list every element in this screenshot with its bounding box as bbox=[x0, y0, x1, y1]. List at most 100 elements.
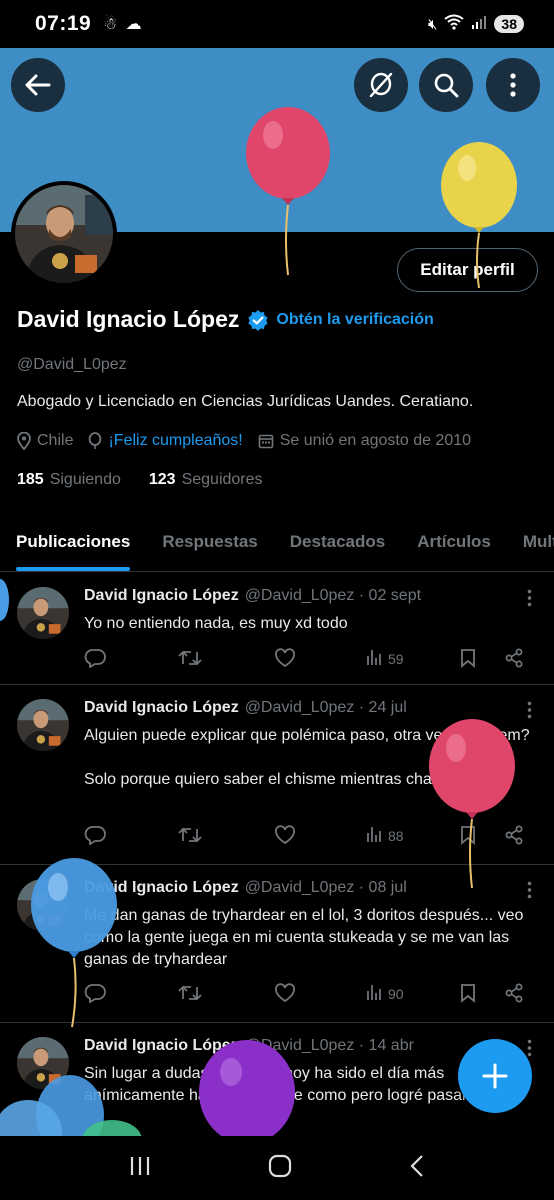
search-button[interactable] bbox=[419, 58, 473, 112]
share-icon[interactable] bbox=[504, 648, 524, 668]
post-actions: 90 bbox=[84, 983, 534, 1007]
profile-meta: Chile ¡Feliz cumpleaños! Se unió en agos… bbox=[17, 432, 486, 450]
yellow-balloon-decoration bbox=[441, 142, 517, 289]
chevron-left-icon bbox=[410, 1154, 424, 1177]
reply-icon[interactable] bbox=[84, 648, 106, 668]
post-handle-date: @David_L0pez · 02 sept bbox=[244, 587, 422, 604]
post-item[interactable]: David Ignacio López @David_L0pez · 02 sep… bbox=[0, 573, 554, 685]
wifi-icon bbox=[444, 14, 465, 34]
post-text: Me dan ganas de tryhardear en el lol, 3 … bbox=[84, 907, 528, 968]
views-count: 88 bbox=[388, 827, 404, 844]
status-bar: 07:19 ☃ ☁ 🔇︎ 38 bbox=[0, 0, 554, 48]
repost-icon[interactable] bbox=[178, 983, 202, 1003]
location-text: Chile bbox=[37, 432, 74, 449]
system-navigation-bar bbox=[0, 1136, 554, 1200]
tab-replies[interactable]: Respuestas bbox=[146, 522, 273, 571]
following-label: Siguiendo bbox=[49, 471, 121, 488]
joined-text: Se unió en agosto de 2010 bbox=[279, 432, 472, 449]
followers-count: 123 bbox=[148, 471, 176, 488]
blue-balloon-decoration bbox=[0, 1075, 142, 1136]
home-icon bbox=[268, 1154, 292, 1177]
following-link[interactable]: 185 Siguiendo bbox=[17, 471, 121, 489]
notification-icon: ☃ bbox=[103, 16, 118, 33]
followers-label: Seguidores bbox=[181, 471, 263, 488]
share-icon[interactable] bbox=[504, 983, 524, 1003]
post-more-icon[interactable] bbox=[527, 701, 532, 724]
joined-item: Se unió en agosto de 2010 bbox=[258, 432, 471, 450]
post-actions: 59 bbox=[84, 648, 534, 672]
views-icon bbox=[366, 983, 384, 1004]
post-header: David Ignacio López @David_L0pez · 02 sep… bbox=[84, 587, 421, 605]
post-avatar[interactable] bbox=[17, 699, 69, 751]
like-icon[interactable] bbox=[274, 983, 296, 1003]
weather-icon: ☁ bbox=[125, 16, 142, 33]
following-count: 185 bbox=[17, 471, 44, 488]
views-icon bbox=[366, 648, 384, 669]
views-count: 90 bbox=[388, 985, 404, 1002]
tab-posts[interactable]: Publicaciones bbox=[0, 522, 146, 571]
avatar bbox=[15, 185, 113, 283]
profile-bio: Abogado y Licenciado en Ciencias Jurídic… bbox=[17, 393, 474, 410]
signal-icon bbox=[471, 15, 487, 33]
like-icon[interactable] bbox=[274, 648, 296, 668]
blue-balloon-decoration bbox=[0, 579, 9, 621]
home-button[interactable] bbox=[268, 1154, 292, 1183]
birthday-text[interactable]: ¡Feliz cumpleaños! bbox=[108, 432, 242, 450]
post-text: Yo no entiendo nada, es muy xd todo bbox=[84, 615, 348, 632]
tab-highlights[interactable]: Destacados bbox=[274, 522, 401, 571]
search-icon bbox=[434, 73, 459, 98]
like-icon[interactable] bbox=[274, 825, 296, 845]
profile-name-row: David Ignacio López Obtén la verificació… bbox=[17, 306, 434, 333]
post-handle-date: @David_L0pez · 24 jul bbox=[244, 699, 407, 716]
birthday-item: ¡Feliz cumpleaños! bbox=[88, 432, 243, 450]
balloon-icon bbox=[89, 432, 102, 449]
post-avatar[interactable] bbox=[17, 587, 69, 639]
tab-articles[interactable]: Artículos bbox=[401, 522, 507, 571]
back-button[interactable] bbox=[11, 58, 65, 112]
views-icon bbox=[366, 825, 384, 846]
post-header: David Ignacio López @David_L0pez · 24 jul bbox=[84, 699, 407, 717]
post-header: David Ignacio López @David_L0pez · 08 jul bbox=[84, 879, 407, 897]
get-verified-link[interactable]: Obtén la verificación bbox=[276, 311, 433, 329]
post-author-name[interactable]: David Ignacio López bbox=[84, 587, 239, 605]
repost-icon[interactable] bbox=[178, 648, 202, 668]
profile-avatar[interactable] bbox=[11, 181, 117, 287]
plus-icon bbox=[482, 1063, 508, 1089]
views-count: 59 bbox=[388, 650, 404, 667]
views-button[interactable]: 59 bbox=[366, 648, 404, 669]
recent-apps-icon bbox=[130, 1156, 149, 1175]
verified-badge-icon bbox=[248, 309, 268, 331]
tab-media[interactable]: Multimedia bbox=[507, 522, 554, 571]
clock: 07:19 bbox=[35, 12, 92, 35]
hide-balloons-button[interactable] bbox=[354, 58, 408, 112]
mute-icon: 🔇︎ bbox=[427, 15, 438, 33]
back-nav-button[interactable] bbox=[409, 1154, 425, 1183]
bookmark-icon[interactable] bbox=[459, 983, 477, 1003]
purple-balloon-decoration bbox=[199, 1040, 295, 1136]
repost-icon[interactable] bbox=[178, 825, 202, 845]
post-more-icon[interactable] bbox=[527, 881, 532, 904]
red-balloon-decoration bbox=[246, 107, 330, 276]
profile-tabs: Publicaciones Respuestas Destacados Artí… bbox=[0, 522, 554, 572]
more-options-button[interactable] bbox=[486, 58, 540, 112]
blue-balloon-decoration bbox=[31, 858, 117, 1028]
calendar-icon bbox=[258, 434, 274, 449]
battery-indicator: 38 bbox=[494, 15, 524, 33]
back-arrow-icon bbox=[25, 74, 51, 96]
compose-post-button[interactable] bbox=[458, 1039, 532, 1113]
location-pin-icon bbox=[17, 432, 31, 450]
more-vertical-icon bbox=[510, 73, 516, 97]
profile-handle: @David_L0pez bbox=[17, 356, 127, 373]
post-more-icon[interactable] bbox=[527, 589, 532, 612]
reply-icon[interactable] bbox=[84, 825, 106, 845]
recent-apps-button[interactable] bbox=[129, 1155, 151, 1182]
post-handle-date: @David_L0pez · 08 jul bbox=[244, 879, 407, 896]
views-button[interactable]: 90 bbox=[366, 983, 404, 1004]
hide-balloons-icon bbox=[369, 72, 393, 98]
views-button[interactable]: 88 bbox=[366, 825, 404, 846]
post-author-name[interactable]: David Ignacio López bbox=[84, 699, 239, 717]
location-item: Chile bbox=[17, 432, 73, 450]
bookmark-icon[interactable] bbox=[459, 648, 477, 668]
profile-name: David Ignacio López bbox=[17, 306, 240, 332]
followers-link[interactable]: 123 Seguidores bbox=[149, 471, 263, 489]
